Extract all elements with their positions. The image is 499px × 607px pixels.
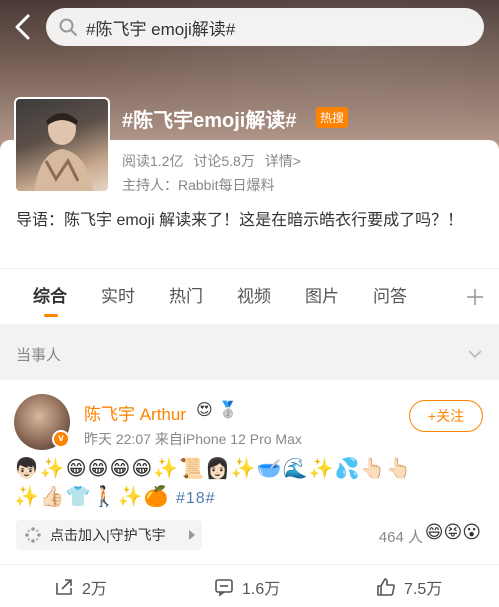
topic-intro: 导语：陈飞宇 emoji 解读来了！这是在暗示皓衣行要成了吗？！ bbox=[16, 212, 464, 229]
details-link[interactable]: 详情> bbox=[265, 153, 301, 169]
tab-bar: 综合 实时 热门 视频 图片 问答 bbox=[0, 268, 499, 324]
tab-qa[interactable]: 问答 bbox=[356, 269, 424, 325]
repost-count: 2万 bbox=[82, 581, 107, 598]
people-count: 464 人 bbox=[378, 529, 423, 546]
add-tab-icon[interactable] bbox=[465, 287, 485, 307]
search-icon bbox=[59, 18, 77, 36]
chevron-down-icon[interactable] bbox=[467, 346, 483, 362]
comment-count: 1.6万 bbox=[242, 581, 281, 598]
like-button[interactable]: 7.5万 bbox=[376, 575, 442, 599]
heart-eyes-badge: 😍 bbox=[196, 402, 213, 419]
tab-video[interactable]: 视频 bbox=[220, 269, 288, 325]
post-meta: 昨天 22:07 来自iPhone 12 Pro Max bbox=[84, 431, 302, 447]
loading-dots-icon bbox=[25, 527, 41, 543]
weibo-post: v 陈飞宇 Arthur 😍 🥈 昨天 22:07 来自iPhone 12 Pr… bbox=[0, 380, 499, 607]
section-label: 当事人 bbox=[16, 347, 62, 364]
thumbs-up-icon bbox=[377, 578, 395, 596]
section-header: 当事人 bbox=[0, 334, 499, 374]
repost-button[interactable]: 2万 bbox=[54, 575, 107, 599]
search-input[interactable]: #陈飞宇 emoji解读# bbox=[46, 8, 484, 46]
search-query: #陈飞宇 emoji解读# bbox=[86, 19, 236, 39]
tab-general[interactable]: 综合 bbox=[16, 269, 84, 325]
hot-badge: 热搜 bbox=[316, 107, 349, 128]
comment-icon bbox=[215, 579, 233, 597]
discussion-count: 讨论5.8万 bbox=[193, 153, 255, 169]
join-label: 点击加入|守护飞宇 bbox=[50, 527, 166, 543]
comment-button[interactable]: 1.6万 bbox=[214, 575, 280, 599]
topic-title: #陈飞宇emoji解读# bbox=[122, 110, 297, 132]
back-arrow-icon[interactable] bbox=[10, 12, 36, 42]
verified-badge: v bbox=[52, 430, 70, 448]
follow-button[interactable]: +关注 bbox=[409, 400, 483, 432]
tab-pictures[interactable]: 图片 bbox=[288, 269, 356, 325]
person-photo-icon bbox=[34, 113, 94, 191]
join-fan-group-button[interactable]: 点击加入|守护飞宇 bbox=[16, 520, 202, 550]
tab-hot[interactable]: 热门 bbox=[152, 269, 220, 325]
post-emojis: ✨👍🏻👕🚶🏻✨🍊 bbox=[14, 486, 170, 508]
post-content-line-1: 👦🏻✨😁😁😁😁✨📜👩🏻✨🥣🌊✨💦👆🏻👆🏻 bbox=[14, 458, 413, 480]
hashtag-link[interactable]: #18# bbox=[176, 490, 216, 507]
play-arrow-icon bbox=[189, 530, 195, 540]
post-content-line-2: ✨👍🏻👕🚶🏻✨🍊 #18# bbox=[14, 484, 216, 512]
tab-realtime[interactable]: 实时 bbox=[84, 269, 152, 325]
read-count: 阅读1.2亿 bbox=[122, 153, 184, 169]
share-icon bbox=[56, 579, 72, 595]
post-actions: 2万 1.6万 7.5万 bbox=[0, 564, 499, 604]
like-count: 7.5万 bbox=[404, 581, 443, 598]
medal-badge: 🥈 bbox=[218, 402, 238, 419]
reaction-emojis: 😄😝😮 bbox=[424, 522, 481, 542]
topic-stats: 阅读1.2亿 讨论5.8万 详情> bbox=[122, 151, 307, 171]
author-name[interactable]: 陈飞宇 Arthur bbox=[84, 400, 186, 425]
topic-host[interactable]: 主持人：Rabbit每日爆料 bbox=[122, 175, 274, 195]
topic-cover-image[interactable] bbox=[14, 97, 110, 193]
